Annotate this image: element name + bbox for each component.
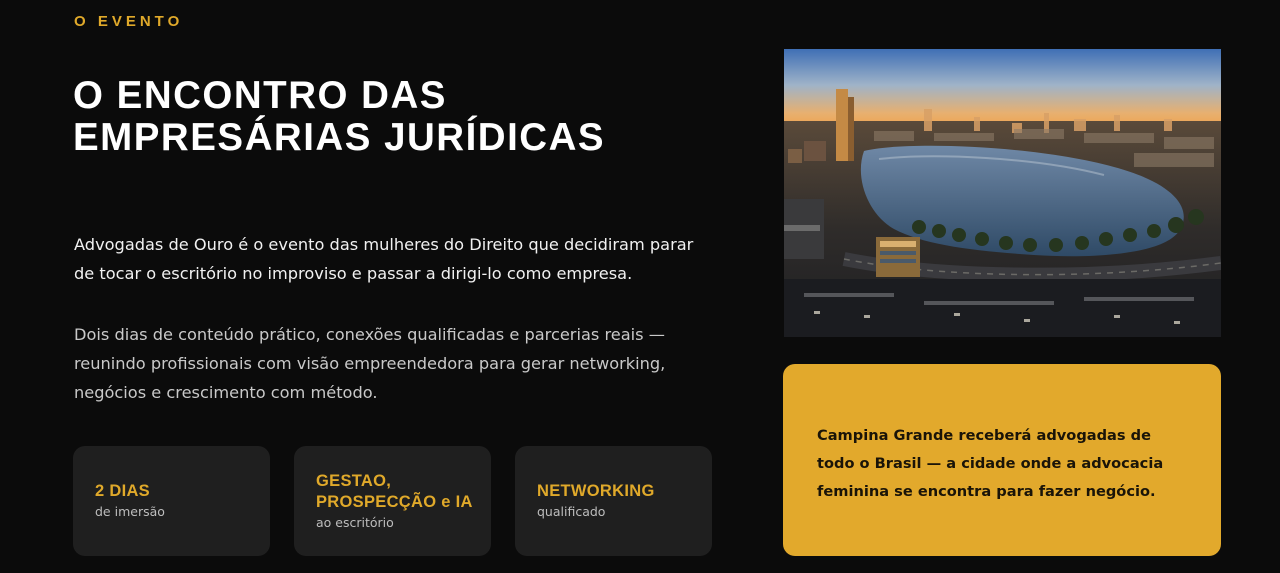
- feature-card-subtitle: de imersão: [95, 504, 165, 519]
- title-line-1: O ENCONTRO DAS: [73, 74, 447, 117]
- section-title: O ENCONTRO DAS EMPRESÁRIAS JURÍDICAS: [73, 75, 713, 159]
- feature-card-title: GESTAO, PROSPECÇÃO e IA: [316, 471, 473, 511]
- feature-card-title: NETWORKING: [537, 482, 655, 500]
- event-section: O EVENTO O ENCONTRO DAS EMPRESÁRIAS JURÍ…: [0, 0, 1280, 573]
- city-photo-illustration: [784, 49, 1221, 337]
- callout-text: Campina Grande receberá advogadas de tod…: [817, 427, 1164, 500]
- title-line-2: EMPRESÁRIAS JURÍDICAS: [73, 116, 606, 159]
- city-aerial-photo: [784, 49, 1221, 337]
- feature-card-days: 2 DIAS de imersão: [73, 446, 270, 556]
- section-eyebrow: O EVENTO: [74, 13, 184, 30]
- feature-card-subtitle: ao escritório: [316, 514, 394, 530]
- feature-card-title: 2 DIAS: [95, 482, 150, 500]
- feature-card-networking: NETWORKING qualificado: [515, 446, 712, 556]
- feature-card-subtitle: qualificado: [537, 504, 606, 519]
- host-city-callout: Campina Grande receberá advogadas de tod…: [783, 364, 1221, 556]
- intro-details-paragraph: Dois dias de conteúdo prático, conexões …: [74, 325, 666, 402]
- intro-lead-paragraph: Advogadas de Ouro é o evento das mulhere…: [74, 235, 694, 283]
- feature-card-management: GESTAO, PROSPECÇÃO e IA ao escritório: [294, 446, 491, 556]
